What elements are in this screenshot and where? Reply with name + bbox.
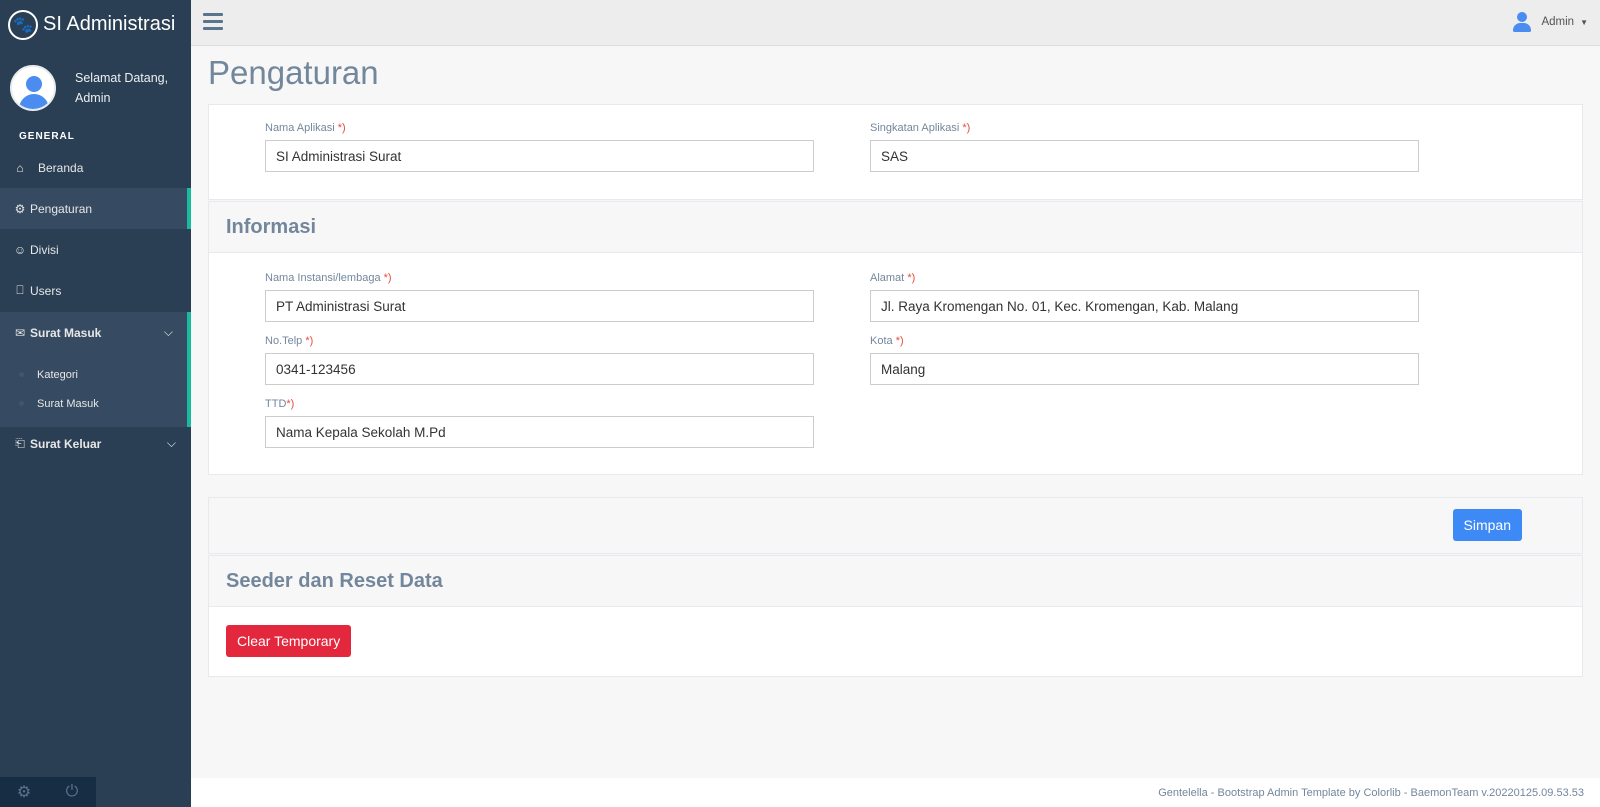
singkatan-aplikasi-input[interactable] (870, 140, 1419, 172)
clear-temporary-button[interactable]: Clear Temporary (226, 625, 352, 657)
user-dropdown[interactable]: Admin ▼ (1512, 12, 1588, 32)
ttd-field: TTD*) (265, 398, 814, 448)
sidebar-item-pengaturan[interactable]: ⚙ Pengaturan (0, 188, 191, 229)
user-icon (1512, 12, 1532, 32)
save-button[interactable]: Simpan (1452, 509, 1522, 541)
avatar (10, 65, 56, 111)
telp-field: No.Telp *) (265, 335, 814, 385)
alamat-field: Alamat *) (870, 272, 1419, 322)
page-title: Pengaturan (208, 54, 379, 91)
menu-section-title: GENERAL (19, 131, 75, 142)
sidebar-item-label: Surat Masuk (30, 325, 102, 340)
sidebar: 🐾 SI Administrasi Selamat Datang, Admin … (0, 0, 191, 807)
paw-icon: 🐾 (8, 9, 38, 40)
sidebar-item-label: Users (30, 283, 62, 298)
menu-toggle-icon[interactable] (203, 13, 223, 31)
instansi-input[interactable] (265, 290, 814, 322)
chevron-down-icon: ⌵ (166, 436, 176, 450)
power-icon[interactable]: ⏻ (48, 777, 96, 807)
sidebar-item-divisi[interactable]: ☺ Divisi (0, 229, 191, 270)
sidebar-item-surat-masuk[interactable]: ✉ Surat Masuk ⌵ (0, 312, 191, 353)
sidebar-item-label: Divisi (30, 242, 59, 257)
profile-greeting: Selamat Datang, (75, 71, 169, 85)
user-lock-icon: ⎕ (16, 283, 24, 297)
caret-down-icon: ▼ (1580, 17, 1588, 27)
sidebar-item-label: Beranda (38, 160, 84, 175)
profile-name: Admin (75, 91, 111, 105)
nama-aplikasi-input[interactable] (265, 140, 814, 172)
profile: Selamat Datang, Admin (0, 49, 191, 127)
form-actions-bar: Simpan (208, 497, 1583, 554)
sidebar-item-users[interactable]: ⎕ Users (0, 270, 191, 311)
nama-aplikasi-field: Nama Aplikasi *) (265, 122, 814, 172)
submenu-surat-masuk: Kategori Surat Masuk (0, 353, 191, 427)
informasi-heading: Informasi (226, 215, 317, 238)
sidebar-footer: ⚙ ⏻ (0, 777, 96, 807)
ttd-input[interactable] (265, 416, 814, 448)
singkatan-aplikasi-field: Singkatan Aplikasi *) (870, 122, 1419, 172)
sidebar-subitem-kategori[interactable]: Kategori (0, 360, 191, 389)
home-icon: ⌂ (16, 160, 24, 175)
sidebar-item-surat-keluar[interactable]: ⎗ Surat Keluar ⌵ (0, 427, 191, 460)
instansi-field: Nama Instansi/lembaga *) (265, 272, 814, 322)
site-footer: Gentelella - Bootstrap Admin Template by… (191, 778, 1600, 807)
inbox-icon: ⎗ (15, 436, 25, 450)
alamat-input[interactable] (870, 290, 1419, 322)
sidebar-item-beranda[interactable]: ⌂ Beranda (0, 147, 191, 188)
sidebar-subitem-surat-masuk[interactable]: Surat Masuk (0, 389, 191, 418)
envelope-icon: ✉ (14, 325, 26, 340)
brand[interactable]: 🐾 SI Administrasi (0, 0, 191, 49)
informasi-panel: Informasi Nama Instansi/lembaga *) Alama… (208, 201, 1583, 475)
top-navbar: Admin ▼ (191, 0, 1600, 46)
seeder-panel: Seeder dan Reset Data Clear Temporary (208, 555, 1583, 677)
app-settings-panel: Nama Aplikasi *) Singkatan Aplikasi *) (208, 104, 1583, 200)
seeder-heading: Seeder dan Reset Data (226, 569, 443, 592)
sidebar-item-label: Pengaturan (30, 201, 93, 216)
brand-title: SI Administrasi (43, 13, 176, 35)
settings-gear-icon[interactable]: ⚙ (0, 777, 48, 807)
sidebar-item-label: Surat Keluar (30, 436, 102, 451)
chevron-down-icon: ⌵ (163, 325, 173, 339)
users-icon: ☺ (13, 242, 27, 257)
gears-icon: ⚙ (14, 201, 26, 216)
kota-input[interactable] (870, 353, 1419, 385)
footer-text: Gentelella - Bootstrap Admin Template by… (1158, 786, 1584, 799)
telp-input[interactable] (265, 353, 814, 385)
kota-field: Kota *) (870, 335, 1419, 385)
user-name: Admin (1541, 16, 1575, 28)
